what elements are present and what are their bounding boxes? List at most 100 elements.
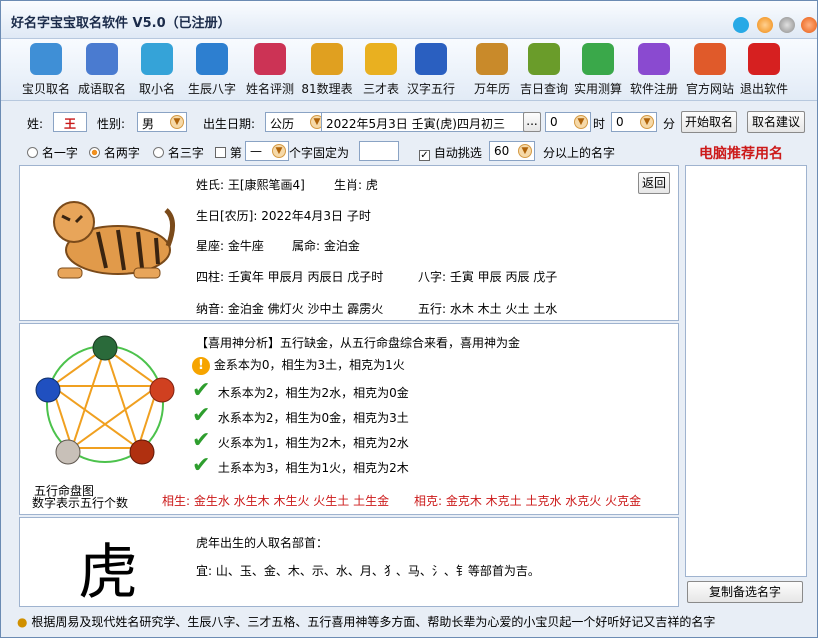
auto-score-label: 分以上的名字 <box>543 146 616 160</box>
analysis-panel: 五行命盘图 数字表示五行个数 【喜用神分析】五行缺金，从五行命盘综合来看，喜用神… <box>19 323 679 515</box>
element-line-fire: ✔ 火系本为1，相生为2木，相克为2水 <box>192 428 409 453</box>
chevron-down-icon: ▼ <box>170 115 184 129</box>
ming-info: 属命: 金泊金 <box>292 239 360 253</box>
nickname-icon <box>141 43 173 75</box>
radio-two-char[interactable]: 名两字 <box>89 144 140 161</box>
check-icon: ✔ <box>192 403 211 428</box>
toolbar-button-hanzi-wuxing[interactable]: 汉字五行 <box>405 43 457 99</box>
fixed-char-label: 个字固定为 <box>289 146 350 160</box>
surname-label: 姓: <box>27 117 44 131</box>
check-icon: ✔ <box>192 428 211 453</box>
element-line-metal: ! 金系本为0，相生为3土，相克为1火 <box>192 356 409 381</box>
toolbar-label: 万年历 <box>473 82 510 96</box>
calculation-icon <box>582 43 614 75</box>
birth-info-panel: 姓氏: 王[康熙笔画4] 生肖: 虎 返回 生日[农历]: 2022年4月3日 … <box>19 165 679 321</box>
radical-title: 虎年出生的人取名部首： <box>196 536 329 550</box>
exit-icon <box>748 43 780 75</box>
toolbar-label: 宝贝取名 <box>21 82 70 96</box>
register-icon <box>638 43 670 75</box>
zodiac-info: 生肖: 虎 <box>334 178 378 192</box>
toolbar-button-table-81[interactable]: 81数理表 <box>301 43 353 99</box>
wuxing-info: 五行: 水木 木土 火土 土水 <box>418 302 558 316</box>
fixed-char-input[interactable] <box>359 141 399 161</box>
toolbar-button-sancai[interactable]: 三才表 <box>355 43 407 99</box>
info-icon: ● <box>17 615 28 629</box>
element-line-earth: ✔ 土系本为3，相生为1火，相克为2木 <box>192 453 409 478</box>
ke-line: 相克: 金克木 木克土 土克水 水克火 火克金 <box>414 494 642 508</box>
toolbar-button-bazi[interactable]: 生辰八字 <box>183 43 241 99</box>
element-line-wood: ✔ 木系本为2，相生为2水，相克为0金 <box>192 378 409 403</box>
toolbar-button-calculation[interactable]: 实用测算 <box>569 43 627 99</box>
toolbar-label: 姓名评测 <box>245 82 294 96</box>
toolbar-label: 实用测算 <box>573 82 622 96</box>
calendar-icon <box>476 43 508 75</box>
gender-select[interactable]: 男 ▼ <box>137 112 187 132</box>
back-button[interactable]: 返回 <box>638 172 670 194</box>
radio-one-char[interactable]: 名一字 <box>27 144 78 161</box>
check-icon: ✔ <box>192 453 211 478</box>
status-bar: ● 根据周易及现代姓名研究学、生辰八字、三才五格、五行喜用神等多方面、帮助长辈为… <box>17 613 817 635</box>
tiger-image <box>53 201 175 279</box>
toolbar-label: 生辰八字 <box>187 82 236 96</box>
toolbar-label: 汉字五行 <box>406 82 455 96</box>
toolbar: 宝贝取名 成语取名 取小名 生辰八字 姓名评测 81数理表 三才表 汉字五行 万年历 吉日查询 实用… <box>1 39 817 101</box>
auto-score-select[interactable]: 60 ▼ <box>489 141 535 161</box>
fixed-position-select[interactable]: — ▼ <box>245 141 289 161</box>
star-sign-info: 星座: 金牛座 <box>196 239 264 253</box>
name-evaluation-icon <box>254 43 286 75</box>
hour-select[interactable]: 0 ▼ <box>545 112 591 132</box>
hour-unit: 时 <box>593 117 606 131</box>
close-button[interactable] <box>801 17 817 33</box>
toolbar-label: 81数理表 <box>301 82 353 96</box>
toolbar-label: 退出软件 <box>739 82 788 96</box>
bazi-info: 八字: 壬寅 甲辰 丙辰 戊子 <box>418 270 558 284</box>
toolbar-button-website[interactable]: 官方网站 <box>681 43 739 99</box>
baby-name-icon <box>30 43 62 75</box>
chevron-down-icon: ▼ <box>574 115 588 129</box>
date-picker-button[interactable]: ... <box>523 112 541 132</box>
toolbar-button-lucky-day[interactable]: 吉日查询 <box>515 43 573 99</box>
website-icon <box>694 43 726 75</box>
app-window: 好名字宝宝取名软件 V5.0（已注册） 宝贝取名 成语取名 取小名 生辰八字 姓名评测 8… <box>0 0 818 638</box>
recommend-title: 电脑推荐用名 <box>699 146 783 162</box>
toolbar-button-nickname[interactable]: 取小名 <box>131 43 183 99</box>
chevron-down-icon: ▼ <box>272 144 286 158</box>
copy-names-button[interactable]: 复制备选名字 <box>687 581 803 603</box>
analysis-title: 【喜用神分析】五行缺金，从五行命盘综合来看，喜用神为金 <box>196 336 521 350</box>
title-bar: 好名字宝宝取名软件 V5.0（已注册） <box>1 1 817 39</box>
toolbar-button-register[interactable]: 软件注册 <box>625 43 683 99</box>
toolbar-button-exit[interactable]: 退出软件 <box>735 43 793 99</box>
sizhu-info: 四柱: 壬寅年 甲辰月 丙辰日 戊子时 <box>196 270 384 284</box>
naming-suggestion-button[interactable]: 取名建议 <box>747 111 805 133</box>
toolbar-button-calendar[interactable]: 万年历 <box>463 43 521 99</box>
check-icon: ✔ <box>192 378 211 403</box>
fixed-char-checkbox[interactable]: 第 <box>215 144 242 161</box>
sheng-line: 相生: 金生水 水生木 木生火 火生土 土生金 <box>162 494 390 508</box>
radical-panel: 虎 虎年出生的人取名部首： 宜: 山、玉、金、木、示、水、月、犭、马、氵、钅等部… <box>19 517 679 608</box>
element-line-water: ✔ 水系本为2，相生为0金，相克为3土 <box>192 403 409 428</box>
auto-select-checkbox[interactable]: ✓ 自动挑选 <box>419 144 482 161</box>
toolbar-button-baby-name[interactable]: 宝贝取名 <box>17 43 75 99</box>
toolbar-label: 软件注册 <box>629 82 678 96</box>
minute-select[interactable]: 0 ▼ <box>611 112 657 132</box>
nayin-info: 纳音: 金泊金 佛灯火 沙中土 霹雳火 <box>196 302 384 316</box>
status-text: 根据周易及现代姓名研究学、生辰八字、三才五格、五行喜用神等多方面、帮助长辈为心爱… <box>31 615 716 629</box>
chevron-down-icon: ▼ <box>640 115 654 129</box>
warning-icon: ! <box>192 357 210 375</box>
input-row: 姓: 王 性别: 男 ▼ 出生日期: 公历 ▼ 2022年5月3日 壬寅(虎)四月初… <box>19 111 809 137</box>
surname-input[interactable]: 王 <box>53 112 87 132</box>
radio-three-char[interactable]: 名三字 <box>153 144 204 161</box>
sancai-icon <box>365 43 397 75</box>
recommend-list[interactable] <box>685 165 807 577</box>
start-naming-button[interactable]: 开始取名 <box>681 111 737 133</box>
maximize-button[interactable] <box>779 17 795 33</box>
toolbar-button-name-evaluation[interactable]: 姓名评测 <box>241 43 299 99</box>
calendar-select[interactable]: 公历 ▼ <box>265 112 327 132</box>
toolbar-label: 取小名 <box>138 82 175 96</box>
birth-date-field[interactable]: 2022年5月3日 壬寅(虎)四月初三 <box>321 112 525 132</box>
toolbar-button-idiom-name[interactable]: 成语取名 <box>73 43 131 99</box>
lunar-date-info: 生日[农历]: 2022年4月3日 子时 <box>196 209 371 223</box>
skin-icon[interactable] <box>733 17 749 33</box>
minimize-button[interactable] <box>757 17 773 33</box>
toolbar-label: 三才表 <box>362 82 399 96</box>
